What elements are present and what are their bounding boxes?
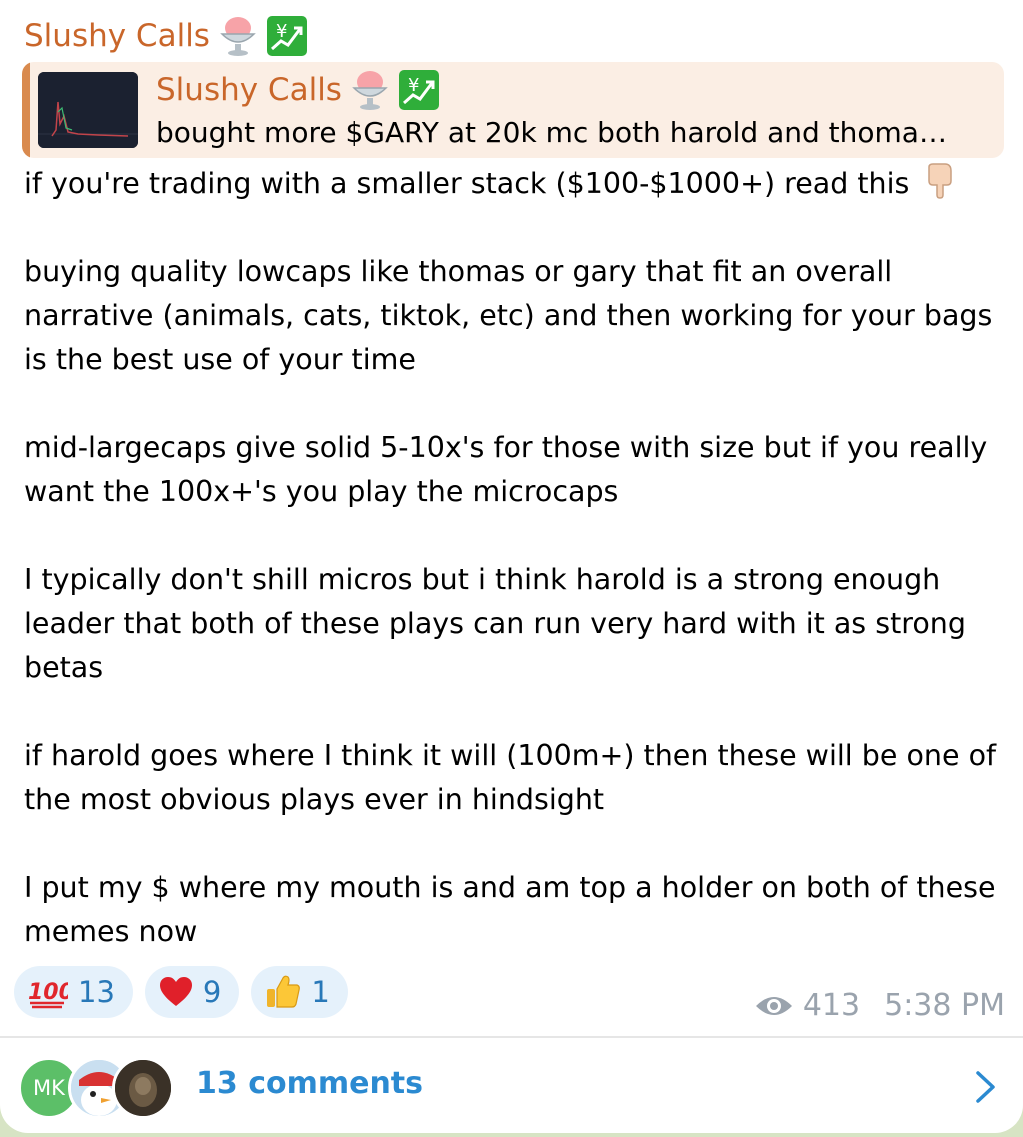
svg-text:¥: ¥ (276, 21, 287, 42)
message-paragraph: mid-largecaps give solid 5-10x's for tho… (24, 431, 988, 508)
reaction-count: 9 (202, 975, 222, 1009)
message-bubble: Slushy Calls ¥ Slushy Calls ¥ bought mor… (0, 0, 1023, 1133)
svg-text:¥: ¥ (408, 75, 419, 96)
shaved-ice-icon (352, 71, 388, 110)
reaction-hundred[interactable]: 100 13 (14, 966, 133, 1018)
chart-thumbnail-image (38, 72, 138, 148)
message-text: if you're trading with a smaller stack (… (24, 162, 1009, 954)
shaved-ice-icon (220, 17, 256, 56)
reaction-count: 1 (311, 975, 330, 1009)
pointing-down-icon (928, 163, 953, 199)
comments-count-label[interactable]: 13 comments (196, 1066, 423, 1101)
reply-preview[interactable]: Slushy Calls ¥ bought more $GARY at 20k … (22, 62, 1004, 158)
sender-name[interactable]: Slushy Calls (24, 18, 210, 54)
view-count: 413 (802, 988, 861, 1023)
message-paragraph: if harold goes where I think it will (10… (24, 739, 997, 816)
chevron-right-icon[interactable] (975, 1070, 997, 1104)
red-heart-icon (159, 977, 192, 1006)
reply-text: bought more $GARY at 20k mc both harold … (156, 116, 947, 149)
svg-text:100: 100 (28, 980, 68, 1005)
message-paragraph: buying quality lowcaps like thomas or ga… (24, 255, 993, 376)
reaction-thumbs-up[interactable]: 1 (251, 966, 348, 1018)
message-paragraph: I typically don't shill micros but i thi… (24, 563, 966, 684)
sender-header[interactable]: Slushy Calls ¥ (24, 14, 308, 58)
comments-button[interactable]: MK 13 comments (0, 1038, 1023, 1133)
reactions-bar: 100 13 9 1 (14, 966, 348, 1018)
reaction-heart[interactable]: 9 (144, 966, 240, 1018)
hundred-points-icon: 100 (28, 980, 68, 1009)
reply-sender-name: Slushy Calls (156, 72, 342, 108)
reply-thumbnail (38, 72, 138, 148)
avatar (112, 1057, 174, 1119)
reaction-count: 13 (78, 975, 115, 1009)
reply-sender: Slushy Calls ¥ (156, 68, 440, 112)
thumbs-up-icon (267, 975, 301, 1008)
message-paragraph: if you're trading with a smaller stack (… (24, 162, 1009, 206)
message-paragraph: I put my $ where my mouth is and am top … (24, 871, 996, 948)
reply-accent-bar (22, 62, 30, 158)
photo-avatar-image (115, 1060, 171, 1116)
avatar-initials: MK (33, 1076, 65, 1100)
eye-icon (755, 996, 792, 1015)
chart-yen-icon: ¥ (266, 16, 307, 56)
message-time: 5:38 PM (884, 988, 1005, 1023)
message-meta: 413 5:38 PM (755, 988, 1005, 1023)
chart-yen-icon: ¥ (398, 70, 439, 110)
